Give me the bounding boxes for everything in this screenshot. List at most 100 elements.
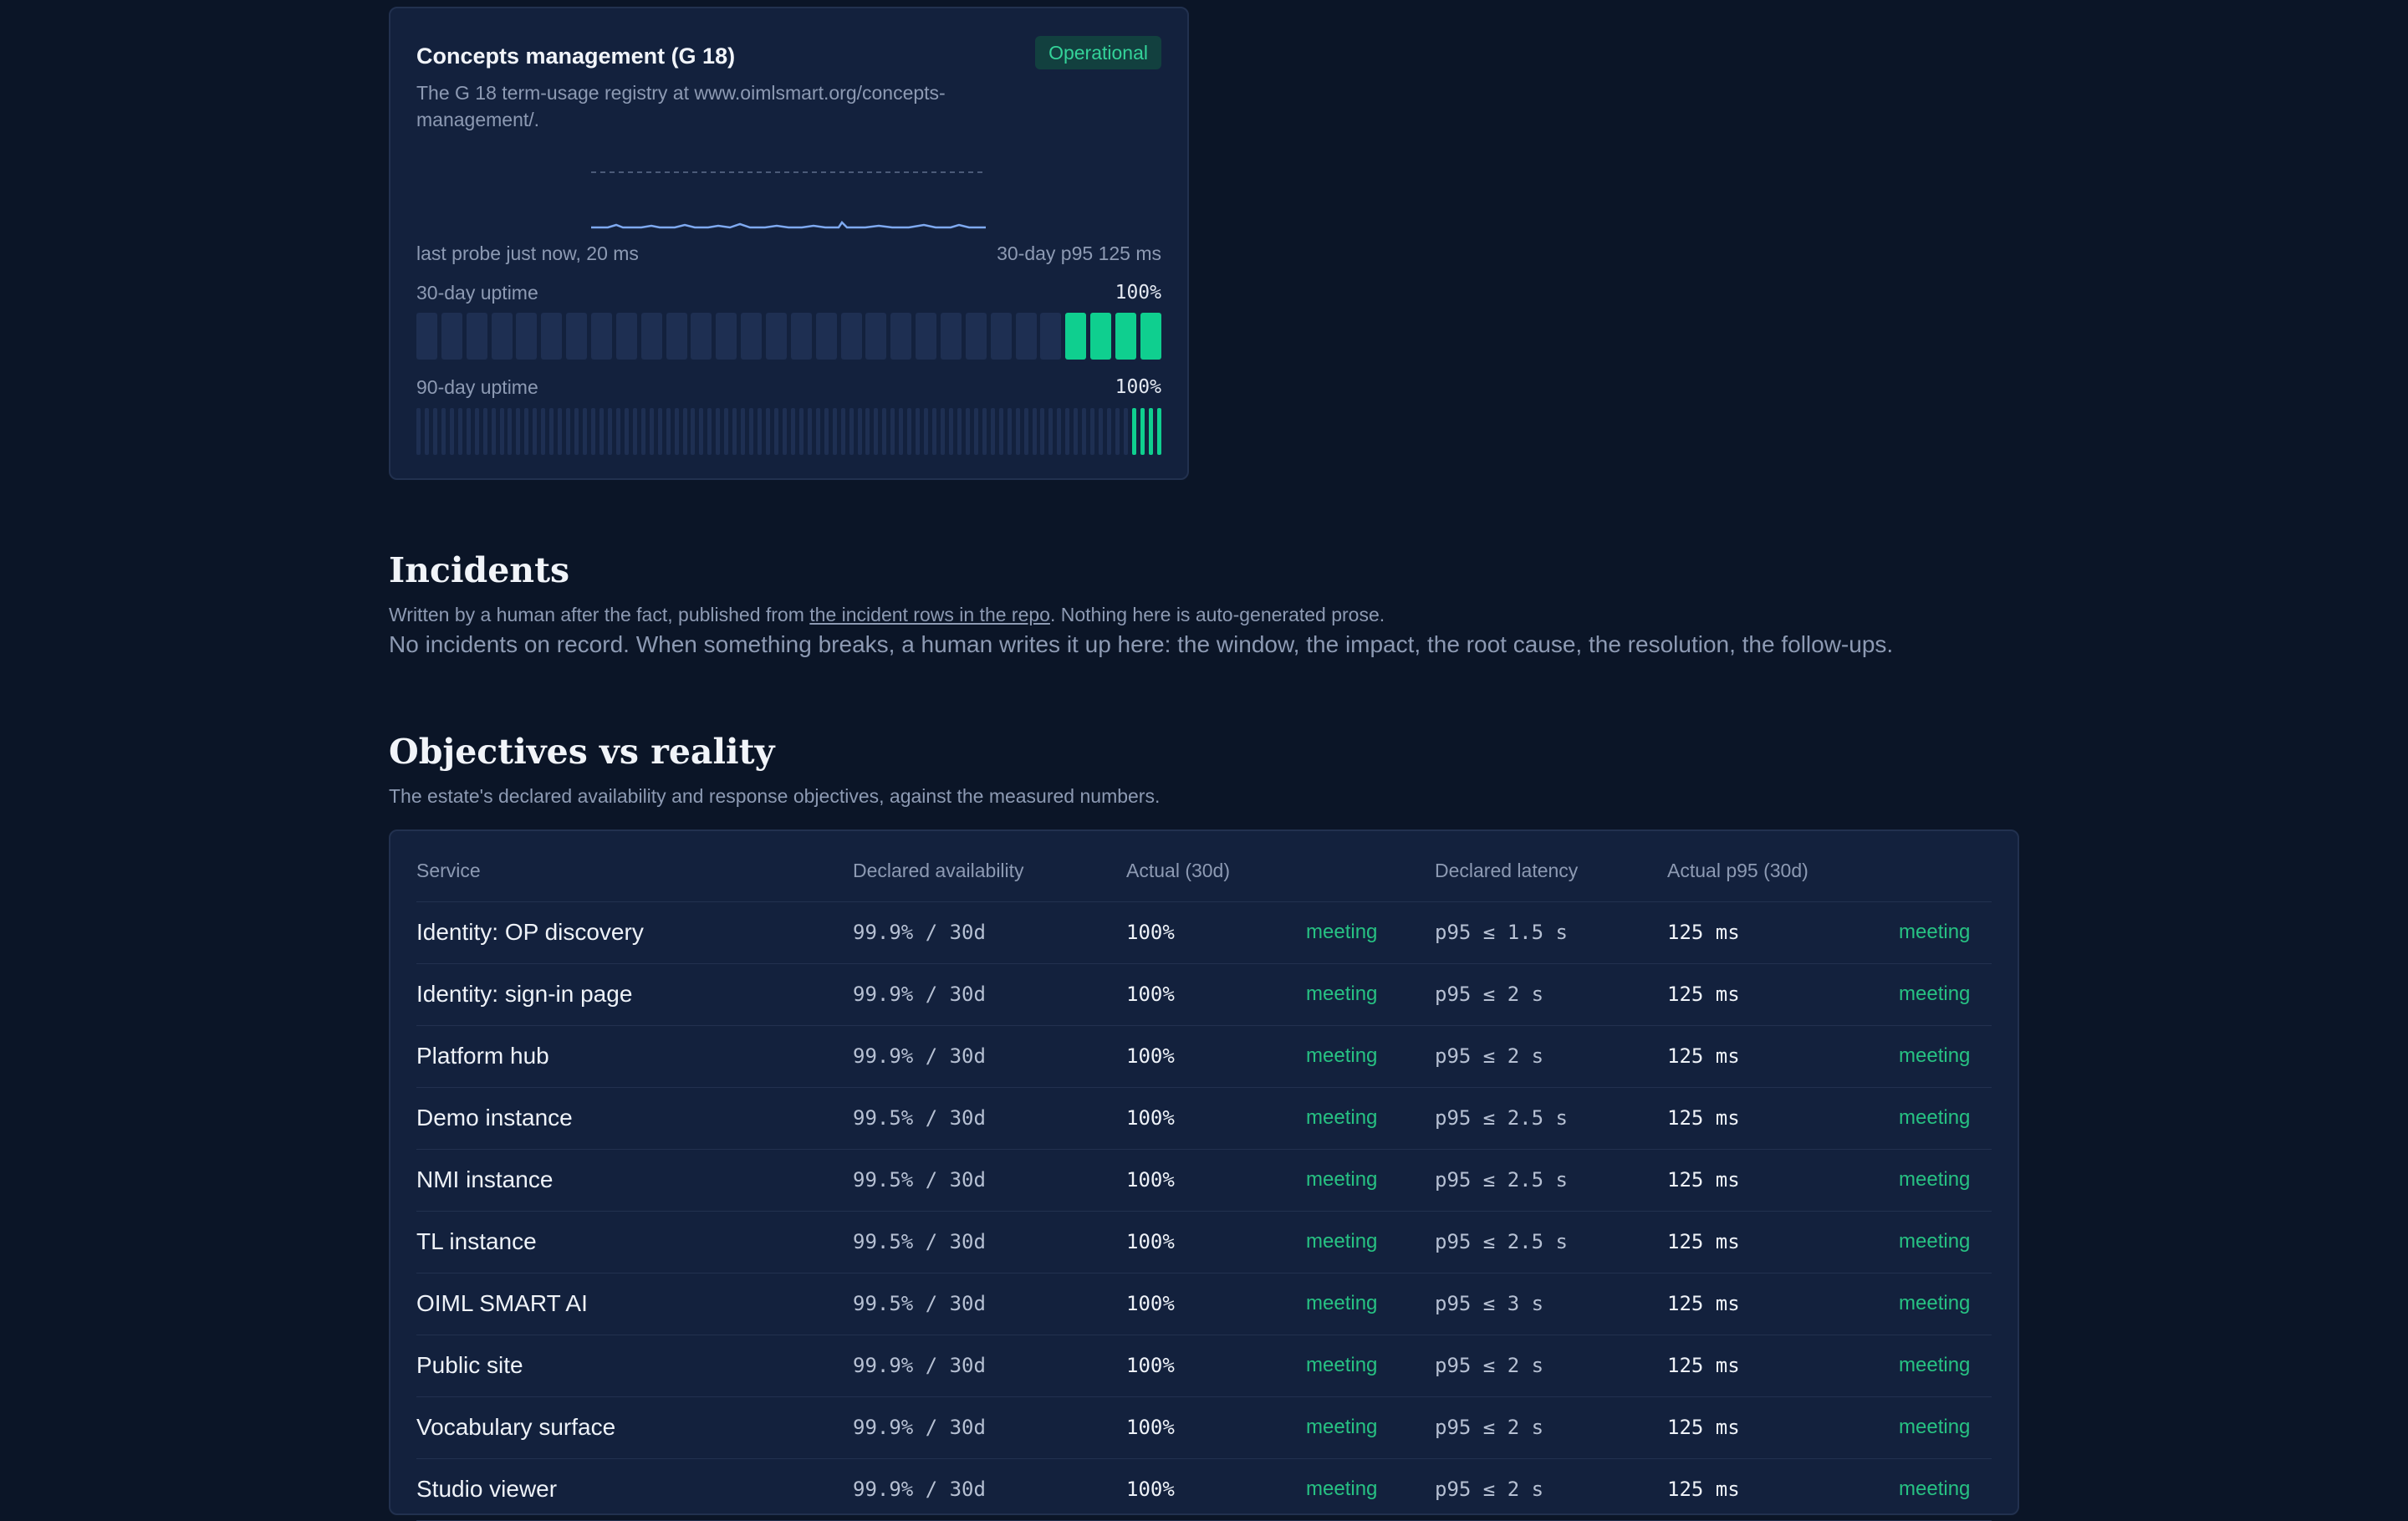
uptime-90-day-nodata[interactable]	[1099, 408, 1104, 455]
uptime-90-day-nodata[interactable]	[707, 408, 712, 455]
uptime-90-day-nodata[interactable]	[849, 408, 854, 455]
uptime-90-day-nodata[interactable]	[482, 408, 487, 455]
uptime-90-day-nodata[interactable]	[965, 408, 970, 455]
uptime-30-day-up[interactable]	[1115, 313, 1137, 360]
uptime-90-day-nodata[interactable]	[840, 408, 845, 455]
uptime-90-day-nodata[interactable]	[741, 408, 746, 455]
uptime-90-day-nodata[interactable]	[491, 408, 496, 455]
uptime-90-day-nodata[interactable]	[640, 408, 645, 455]
uptime-90-day-nodata[interactable]	[457, 408, 462, 455]
uptime-90-day-nodata[interactable]	[932, 408, 937, 455]
uptime-30-day-nodata[interactable]	[1040, 313, 1062, 360]
uptime-30-day-nodata[interactable]	[790, 313, 812, 360]
uptime-90-day-nodata[interactable]	[998, 408, 1003, 455]
uptime-90-day-nodata[interactable]	[824, 408, 829, 455]
uptime-30-day-up[interactable]	[1090, 313, 1112, 360]
uptime-30-day-nodata[interactable]	[766, 313, 788, 360]
uptime-90-day-nodata[interactable]	[466, 408, 471, 455]
uptime-90-day-nodata[interactable]	[890, 408, 895, 455]
uptime-90-day-nodata[interactable]	[1040, 408, 1045, 455]
uptime-90-day-nodata[interactable]	[907, 408, 912, 455]
uptime-90-day-nodata[interactable]	[766, 408, 771, 455]
uptime-30-day-nodata[interactable]	[491, 313, 513, 360]
uptime-90-day-nodata[interactable]	[749, 408, 754, 455]
uptime-90-day-nodata[interactable]	[1107, 408, 1112, 455]
uptime-90-day-nodata[interactable]	[632, 408, 637, 455]
uptime-90-day-nodata[interactable]	[1074, 408, 1079, 455]
uptime-30-day-nodata[interactable]	[466, 313, 487, 360]
uptime-90-day-nodata[interactable]	[973, 408, 978, 455]
uptime-90-day-nodata[interactable]	[957, 408, 962, 455]
uptime-90-day-nodata[interactable]	[941, 408, 946, 455]
uptime-30-day-nodata[interactable]	[566, 313, 588, 360]
uptime-90-day-nodata[interactable]	[424, 408, 429, 455]
uptime-30-day-nodata[interactable]	[741, 313, 763, 360]
uptime-90-day-nodata[interactable]	[657, 408, 662, 455]
uptime-90-day-nodata[interactable]	[874, 408, 879, 455]
uptime-90-day-up[interactable]	[1148, 408, 1153, 455]
uptime-90-day-nodata[interactable]	[865, 408, 870, 455]
uptime-90-day-nodata[interactable]	[474, 408, 479, 455]
uptime-90-day-nodata[interactable]	[449, 408, 454, 455]
uptime-30-day-nodata[interactable]	[865, 313, 887, 360]
uptime-90-day-nodata[interactable]	[682, 408, 687, 455]
uptime-90-day-nodata[interactable]	[607, 408, 612, 455]
uptime-30-day-nodata[interactable]	[716, 313, 737, 360]
uptime-30-day-up[interactable]	[1140, 313, 1161, 360]
uptime-90-day-nodata[interactable]	[441, 408, 446, 455]
uptime-90-day-nodata[interactable]	[1048, 408, 1054, 455]
uptime-30-day-nodata[interactable]	[416, 313, 437, 360]
uptime-90-day-nodata[interactable]	[1065, 408, 1070, 455]
uptime-90-day-nodata[interactable]	[758, 408, 763, 455]
uptime-30-day-nodata[interactable]	[965, 313, 987, 360]
uptime-90-day-nodata[interactable]	[416, 408, 421, 455]
uptime-90-day-nodata[interactable]	[599, 408, 604, 455]
uptime-90-day-up[interactable]	[1131, 408, 1136, 455]
uptime-90-day-nodata[interactable]	[516, 408, 521, 455]
uptime-90-day-nodata[interactable]	[1032, 408, 1037, 455]
uptime-30-day-nodata[interactable]	[990, 313, 1012, 360]
uptime-90-day-nodata[interactable]	[574, 408, 579, 455]
uptime-90-day-nodata[interactable]	[716, 408, 721, 455]
uptime-30-day-nodata[interactable]	[916, 313, 937, 360]
uptime-90-day-nodata[interactable]	[773, 408, 778, 455]
uptime-30-day-nodata[interactable]	[1015, 313, 1037, 360]
uptime-90-day-nodata[interactable]	[1124, 408, 1129, 455]
uptime-90-day-nodata[interactable]	[549, 408, 554, 455]
uptime-90-day-nodata[interactable]	[790, 408, 795, 455]
uptime-30-day-nodata[interactable]	[666, 313, 687, 360]
uptime-90-day-nodata[interactable]	[432, 408, 437, 455]
uptime-90-day-nodata[interactable]	[782, 408, 787, 455]
uptime-30-day-nodata[interactable]	[815, 313, 837, 360]
uptime-90-day-nodata[interactable]	[924, 408, 929, 455]
uptime-90-day-nodata[interactable]	[591, 408, 596, 455]
uptime-30-day-nodata[interactable]	[441, 313, 462, 360]
uptime-30-day-nodata[interactable]	[516, 313, 538, 360]
uptime-90-day-nodata[interactable]	[508, 408, 513, 455]
uptime-30-day-nodata[interactable]	[640, 313, 662, 360]
uptime-90-day-nodata[interactable]	[499, 408, 504, 455]
uptime-90-day-nodata[interactable]	[541, 408, 546, 455]
uptime-90-day-nodata[interactable]	[699, 408, 704, 455]
uptime-30-day-nodata[interactable]	[591, 313, 613, 360]
uptime-90-day-nodata[interactable]	[566, 408, 571, 455]
uptime-90-day-nodata[interactable]	[624, 408, 629, 455]
uptime-90-day-nodata[interactable]	[674, 408, 679, 455]
uptime-30-day-nodata[interactable]	[615, 313, 637, 360]
uptime-30-day-nodata[interactable]	[691, 313, 712, 360]
uptime-90-day-nodata[interactable]	[1015, 408, 1020, 455]
uptime-90-day-nodata[interactable]	[1057, 408, 1062, 455]
uptime-90-day-nodata[interactable]	[798, 408, 804, 455]
uptime-90-day-nodata[interactable]	[857, 408, 862, 455]
uptime-90-day-nodata[interactable]	[1090, 408, 1095, 455]
uptime-90-day-up[interactable]	[1156, 408, 1161, 455]
uptime-90-day-nodata[interactable]	[649, 408, 654, 455]
uptime-90-day-nodata[interactable]	[666, 408, 671, 455]
uptime-90-day-nodata[interactable]	[1023, 408, 1028, 455]
uptime-90-day-nodata[interactable]	[615, 408, 620, 455]
uptime-90-day-nodata[interactable]	[815, 408, 820, 455]
uptime-90-day-nodata[interactable]	[524, 408, 529, 455]
uptime-90-day-nodata[interactable]	[807, 408, 812, 455]
uptime-90-day-nodata[interactable]	[1115, 408, 1120, 455]
uptime-90-day-nodata[interactable]	[882, 408, 887, 455]
